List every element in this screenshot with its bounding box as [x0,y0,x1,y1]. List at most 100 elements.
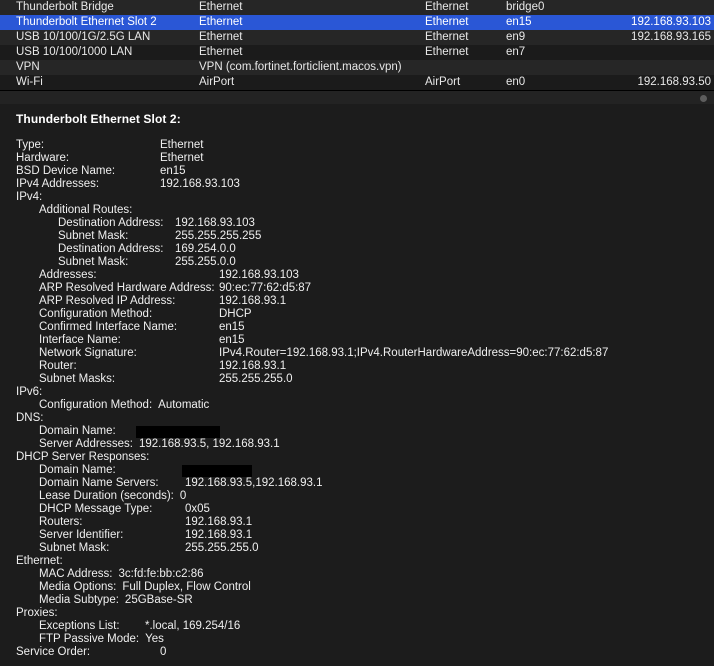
detail-value: 192.168.93.103 [160,178,240,190]
detail-label: Router: [39,360,77,372]
detail-value: en15 [219,334,245,346]
detail-row: Subnet Mask: 255.255.0.0 [0,256,714,269]
detail-label: Addresses: [39,269,97,281]
detail-label: Destination Address: [58,217,164,229]
detail-label: Subnet Mask: [39,542,110,554]
detail-label: Domain Name: [39,464,116,476]
cell-ip: 192.168.93.165 [631,31,711,43]
detail-row: Service Order: 0 [0,646,714,659]
detail-label: Routers: [39,516,83,528]
cell-name: USB 10/100/1G/2.5G LAN [16,31,151,43]
cell-type: Ethernet [199,16,243,28]
detail-row: Configuration Method: DHCP [0,308,714,321]
redaction-box [136,426,220,438]
detail-value: 3c:fd:fe:bb:c2:86 [118,568,204,580]
detail-label: ARP Resolved Hardware Address: [39,282,215,294]
detail-label: Proxies: [16,607,58,619]
detail-value: en15 [160,165,186,177]
network-interface-list[interactable]: Thunderbolt Bridge Ethernet Ethernet bridge… [0,0,714,90]
cell-name: Thunderbolt Bridge [16,1,114,13]
detail-inline-wrap: Configuration Method: Automatic [39,399,209,412]
detail-row: ARP Resolved IP Address: 192.168.93.1 [0,295,714,308]
detail-value: 0 [160,646,167,658]
table-row[interactable]: Thunderbolt Bridge Ethernet Ethernet bridge… [0,0,714,15]
detail-value: 192.168.93.5, 192.168.93.1 [138,438,280,450]
detail-row: Hardware: Ethernet [0,152,714,165]
detail-row: Ethernet: [0,555,714,568]
cell-bsd: en7 [506,46,526,58]
detail-inline-wrap: Domain Name: [39,425,116,438]
detail-row: Domain Name Servers: 192.168.93.5,192.168… [0,477,714,490]
cell-bsd: bridge0 [506,1,545,13]
detail-label: FTP Passive Mode: [39,633,140,645]
detail-row: Subnet Mask: 255.255.255.0 [0,542,714,555]
detail-row: Proxies: [0,607,714,620]
cell-bsd: en15 [506,16,532,28]
detail-row: ARP Resolved Hardware Address: 90:ec:77:6… [0,282,714,295]
cell-hardware: Ethernet [425,1,469,13]
detail-label: Destination Address: [58,243,164,255]
cell-type: AirPort [199,76,235,88]
detail-value: 192.168.93.1 [219,360,287,372]
detail-value: 255.255.0.0 [175,256,236,268]
detail-label: Lease Duration (seconds): [39,490,174,502]
cell-hardware: Ethernet [425,46,469,58]
cell-name: USB 10/100/1000 LAN [16,46,133,58]
detail-inline-wrap: Domain Name: [39,464,116,477]
cell-type: VPN (com.fortinet.forticlient.macos.vpn) [199,61,402,73]
detail-properties-list: Type: Ethernet Hardware: Ethernet BSD Device… [0,139,714,659]
detail-row: Type: Ethernet [0,139,714,152]
detail-inline-wrap: MAC Address: 3c:fd:fe:bb:c2:86 [39,568,204,581]
detail-row: Network Signature: IPv4.Router=192.168.93… [0,347,714,360]
detail-value: DHCP [219,308,252,320]
cell-hardware: AirPort [425,76,461,88]
detail-row: Media Subtype: 25GBase-SR [0,594,714,607]
detail-row: Subnet Masks: 255.255.255.0 [0,373,714,386]
detail-row: Media Options: Full Duplex, Flow Control [0,581,714,594]
detail-value: 0 [179,490,187,502]
detail-value: 25GBase-SR [124,594,193,606]
detail-row: Additional Routes: [0,204,714,217]
detail-row: Destination Address: 169.254.0.0 [0,243,714,256]
detail-value: 90:ec:77:62:d5:87 [219,282,312,294]
detail-label: ARP Resolved IP Address: [39,295,176,307]
table-row[interactable]: USB 10/100/1000 LAN Ethernet Ethernet en7 [0,45,714,60]
detail-value: 192.168.93.1 [219,295,287,307]
detail-value: 169.254.0.0 [175,243,236,255]
resize-grip-icon[interactable] [700,95,707,102]
detail-label: Server Addresses: [39,438,133,450]
detail-row: Destination Address: 192.168.93.103 [0,217,714,230]
cell-name: Thunderbolt Ethernet Slot 2 [16,16,157,28]
table-row[interactable]: USB 10/100/1G/2.5G LAN Ethernet Ethernet en… [0,30,714,45]
detail-value: 192.168.93.1 [185,529,253,541]
detail-value: 255.255.255.255 [175,230,262,242]
detail-value: 255.255.255.0 [185,542,259,554]
detail-label: DHCP Message Type: [39,503,153,515]
detail-label: Type: [16,139,45,151]
detail-value: 192.168.93.103 [175,217,255,229]
table-row[interactable]: Thunderbolt Ethernet Slot 2 Ethernet Ether… [0,15,714,30]
cell-bsd: en9 [506,31,526,43]
detail-label: Confirmed Interface Name: [39,321,178,333]
cell-bsd: en0 [506,76,526,88]
detail-inline-wrap: Media Subtype: 25GBase-SR [39,594,193,607]
table-row[interactable]: VPN VPN (com.fortinet.forticlient.macos.v… [0,60,714,75]
detail-label: Media Subtype: [39,594,119,606]
detail-value: 255.255.255.0 [219,373,293,385]
detail-row: Interface Name: en15 [0,334,714,347]
detail-value: Full Duplex, Flow Control [122,581,251,593]
table-row[interactable]: Wi-Fi AirPort AirPort en0 192.168.93.50 [0,75,714,90]
detail-value: 192.168.93.103 [219,269,299,281]
detail-row: Lease Duration (seconds): 0 [0,490,714,503]
detail-label: Configuration Method: [39,399,153,411]
detail-label: IPv6: [16,386,43,398]
detail-row: Routers: 192.168.93.1 [0,516,714,529]
cell-type: Ethernet [199,31,243,43]
detail-row: DHCP Message Type: 0x05 [0,503,714,516]
detail-label: Configuration Method: [39,308,153,320]
detail-row: Server Identifier: 192.168.93.1 [0,529,714,542]
detail-label: Server Identifier: [39,529,124,541]
cell-name: VPN [16,61,40,73]
cell-hardware: Ethernet [425,16,469,28]
detail-label: Subnet Masks: [39,373,116,385]
